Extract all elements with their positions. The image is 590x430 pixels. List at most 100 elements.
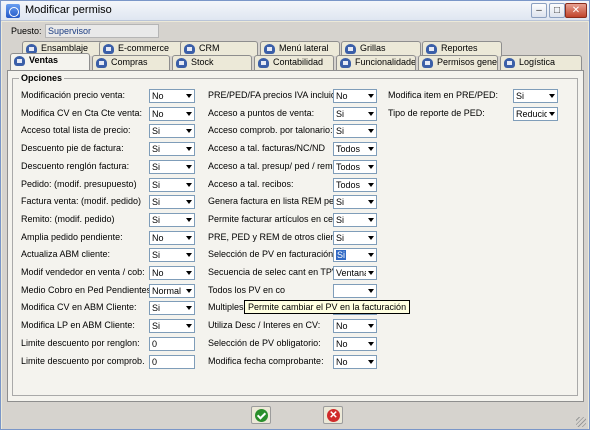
select-descuento-pie-de-factura[interactable]: Si	[149, 142, 195, 157]
select-selecci-n-de-pv-obligatorio[interactable]: No	[333, 336, 377, 351]
value: Todos	[336, 144, 361, 155]
dropdown-arrow-icon[interactable]	[366, 231, 376, 244]
select-amplia-pedido-pendiente[interactable]: No	[149, 230, 195, 245]
dropdown-arrow-icon[interactable]	[366, 284, 376, 297]
minimize-button[interactable]: –	[531, 3, 547, 18]
tab-compras[interactable]: Compras	[92, 55, 170, 70]
dropdown-arrow-icon[interactable]	[366, 160, 376, 173]
dropdown-arrow-icon[interactable]	[366, 355, 376, 368]
select-selecci-n-de-pv-en-facturaci-n[interactable]: Si	[333, 248, 377, 263]
dropdown-arrow-icon[interactable]	[547, 90, 557, 102]
tab-icon	[264, 44, 275, 54]
tab-icon	[422, 58, 433, 68]
cancel-button[interactable]: ✕	[323, 406, 343, 424]
tab-ventas[interactable]: Ventas	[10, 53, 90, 70]
dropdown-arrow-icon[interactable]	[366, 90, 376, 102]
input-limite-descuento-por-renglon[interactable]: 0	[149, 336, 195, 351]
maximize-button[interactable]: □	[549, 3, 565, 18]
select-acceso-a-tal-presup-ped-remito[interactable]: Todos	[333, 159, 377, 174]
value: Si	[152, 303, 161, 314]
dropdown-arrow-icon[interactable]	[366, 213, 376, 226]
value: Si	[336, 214, 345, 225]
label-limite-descuento-por-comprob: Limite descuento por comprob.	[21, 355, 145, 366]
tab-men-lateral[interactable]: Menú lateral	[260, 41, 340, 56]
value: No	[152, 232, 164, 243]
dropdown-arrow-icon[interactable]	[184, 320, 194, 333]
select-modifica-cv-en-cta-cte-venta[interactable]: No	[149, 106, 195, 121]
dropdown-arrow-icon[interactable]	[184, 90, 194, 102]
tab-grillas[interactable]: Grillas	[341, 41, 421, 56]
select-acceso-a-tal-facturas-nc-nd[interactable]: Todos	[333, 142, 377, 157]
dropdown-arrow-icon[interactable]	[184, 196, 194, 209]
select-acceso-total-lista-de-precio[interactable]: Si	[149, 124, 195, 139]
select-modifica-lp-en-abm-cliente[interactable]: Si	[149, 319, 195, 334]
value: No	[152, 91, 164, 101]
dropdown-arrow-icon[interactable]	[366, 143, 376, 156]
dropdown-arrow-icon[interactable]	[366, 337, 376, 350]
tab-funcionalidades[interactable]: Funcionalidades	[336, 55, 416, 70]
select-modifica-item-en-pre-ped[interactable]: Si	[513, 89, 558, 103]
dropdown-arrow-icon[interactable]	[184, 267, 194, 279]
dropdown-arrow-icon[interactable]	[184, 178, 194, 191]
select-acceso-a-puntos-de-venta[interactable]: Si	[333, 106, 377, 121]
dropdown-arrow-icon[interactable]	[366, 125, 376, 138]
dropdown-arrow-icon[interactable]	[366, 267, 376, 279]
dropdown-arrow-icon[interactable]	[184, 284, 194, 297]
select-permite-facturar-art-culos-en-cero[interactable]: Si	[333, 212, 377, 227]
label-pre-ped-y-rem-de-otros-clientes: PRE, PED y REM de otros clientes:	[208, 231, 351, 242]
value: Si	[152, 214, 161, 225]
dropdown-arrow-icon[interactable]	[366, 107, 376, 120]
tab-stock[interactable]: Stock	[172, 55, 252, 70]
tab-crm[interactable]: CRM	[180, 41, 258, 56]
dropdown-arrow-icon[interactable]	[184, 160, 194, 173]
tab-contabilidad[interactable]: Contabilidad	[254, 55, 334, 70]
select-acceso-comprob-por-talonario[interactable]: Si	[333, 124, 377, 139]
tab-icon	[258, 58, 269, 68]
select-factura-venta-modif-pedido[interactable]: Si	[149, 195, 195, 210]
select-modificaci-n-precio-venta[interactable]: No	[149, 89, 195, 103]
select-actualiza-abm-cliente[interactable]: Si	[149, 248, 195, 263]
dropdown-arrow-icon[interactable]	[366, 249, 376, 262]
select-modifica-cv-en-abm-cliente[interactable]: Si	[149, 301, 195, 316]
tab-log-stica[interactable]: Logística	[500, 55, 582, 70]
dropdown-arrow-icon[interactable]	[184, 213, 194, 226]
label-modifica-lp-en-abm-cliente: Modifica LP en ABM Cliente:	[21, 320, 135, 331]
dropdown-arrow-icon[interactable]	[184, 125, 194, 138]
dropdown-arrow-icon[interactable]	[184, 231, 194, 244]
dropdown-arrow-icon[interactable]	[366, 320, 376, 333]
dropdown-arrow-icon[interactable]	[184, 107, 194, 120]
select-tipo-de-reporte-de-ped[interactable]: Reducido	[513, 106, 558, 121]
select-pre-ped-y-rem-de-otros-clientes[interactable]: Si	[333, 230, 377, 245]
select-genera-factura-en-lista-rem-pend[interactable]: Si	[333, 195, 377, 210]
select-modifica-fecha-comprobante[interactable]: No	[333, 354, 377, 369]
select-utiliza-desc-interes-en-cv[interactable]: No	[333, 319, 377, 334]
label-pedido-modif-presupuesto: Pedido: (modif. presupuesto)	[21, 178, 137, 189]
select-remito-modif-pedido[interactable]: Si	[149, 212, 195, 227]
select-modif-vendedor-en-venta-cob[interactable]: No	[149, 266, 195, 280]
select-acceso-a-tal-recibos[interactable]: Todos	[333, 177, 377, 192]
label-acceso-a-tal-facturas-nc-nd: Acceso a tal. facturas/NC/ND	[208, 143, 326, 154]
label-modifica-cv-en-cta-cte-venta: Modifica CV en Cta Cte venta:	[21, 107, 143, 118]
select-pre-ped-fa-precios-iva-incluido[interactable]: No	[333, 89, 377, 103]
dropdown-arrow-icon[interactable]	[184, 143, 194, 156]
select-descuento-rengl-n-factura[interactable]: Si	[149, 159, 195, 174]
tab-label: E-commerce	[118, 43, 170, 53]
dropdown-arrow-icon[interactable]	[184, 302, 194, 315]
tab-reportes[interactable]: Reportes	[422, 41, 502, 56]
select-medio-cobro-en-ped-pendientes[interactable]: Normal	[149, 283, 195, 298]
input-limite-descuento-por-comprob[interactable]: 0	[149, 354, 195, 369]
resize-grip[interactable]	[576, 417, 586, 427]
dropdown-arrow-icon[interactable]	[547, 107, 557, 120]
select-pedido-modif-presupuesto[interactable]: Si	[149, 177, 195, 192]
select-secuencia-de-selec-cant-en-tpv[interactable]: Ventana	[333, 266, 377, 280]
accept-button[interactable]	[251, 406, 271, 424]
tab-icon	[176, 58, 187, 68]
label-actualiza-abm-cliente: Actualiza ABM cliente:	[21, 249, 111, 260]
select-todos-los-pv-en-co[interactable]	[333, 283, 377, 298]
value: Si	[152, 161, 161, 172]
dropdown-arrow-icon[interactable]	[184, 249, 194, 262]
close-button[interactable]: ✕	[565, 3, 587, 18]
dropdown-arrow-icon[interactable]	[366, 196, 376, 209]
tab-permisos-generales[interactable]: Permisos generales	[418, 55, 498, 70]
dropdown-arrow-icon[interactable]	[366, 178, 376, 191]
